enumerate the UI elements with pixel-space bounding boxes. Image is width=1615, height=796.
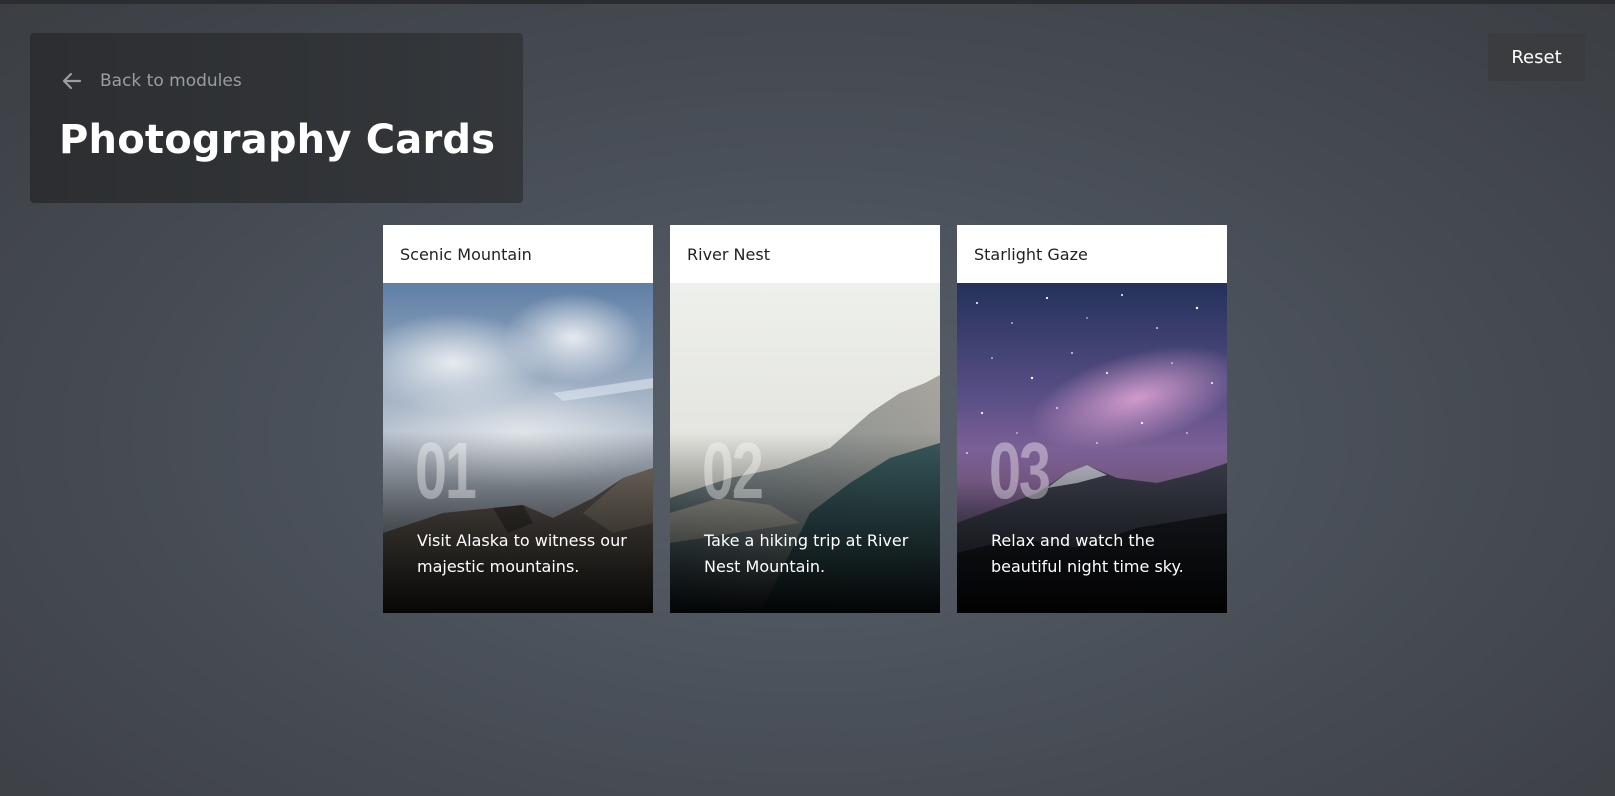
- card-description-line: majestic mountains.: [417, 557, 580, 576]
- card-image: 02 Take a hiking trip at River Nest Moun…: [670, 283, 940, 613]
- card-number: 02: [702, 426, 764, 515]
- card-title: River Nest: [687, 244, 770, 264]
- card-description-line: Nest Mountain.: [704, 557, 826, 576]
- card-description-line: Take a hiking trip at River: [704, 531, 909, 550]
- card-number: 03: [989, 426, 1051, 515]
- photo-card-river-nest[interactable]: River Nest 02 Take a hiking trip at Rive…: [670, 225, 940, 613]
- card-image: 01 Visit Alaska to witness our majestic …: [383, 283, 653, 613]
- card-title: Scenic Mountain: [400, 244, 532, 264]
- card-description: Visit Alaska to witness our majestic mou…: [417, 528, 632, 580]
- page-title: Photography Cards: [59, 117, 496, 163]
- photo-card-scenic-mountain[interactable]: Scenic Mountain 01 Visit Alaska to witne…: [383, 225, 653, 613]
- card-image: 03 Relax and watch the beautiful night t…: [957, 283, 1227, 613]
- card-description-line: Visit Alaska to witness our: [417, 531, 627, 550]
- card-description: Take a hiking trip at River Nest Mountai…: [704, 528, 919, 580]
- card-description-line: Relax and watch the: [991, 531, 1155, 550]
- card-description: Relax and watch the beautiful night time…: [991, 528, 1206, 580]
- arrow-left-icon: [60, 69, 84, 93]
- card-list: Scenic Mountain 01 Visit Alaska to witne…: [383, 225, 1227, 613]
- reset-button[interactable]: Reset: [1488, 33, 1585, 81]
- back-link-label: Back to modules: [100, 71, 242, 91]
- card-number: 01: [415, 426, 477, 515]
- header-panel: Back to modules Photography Cards: [30, 33, 523, 203]
- card-description-line: beautiful night time sky.: [991, 557, 1184, 576]
- card-title: Starlight Gaze: [974, 244, 1088, 264]
- photo-card-starlight-gaze[interactable]: Starlight Gaze 03 Relax and watch the be…: [957, 225, 1227, 613]
- back-to-modules-link[interactable]: Back to modules: [60, 69, 242, 93]
